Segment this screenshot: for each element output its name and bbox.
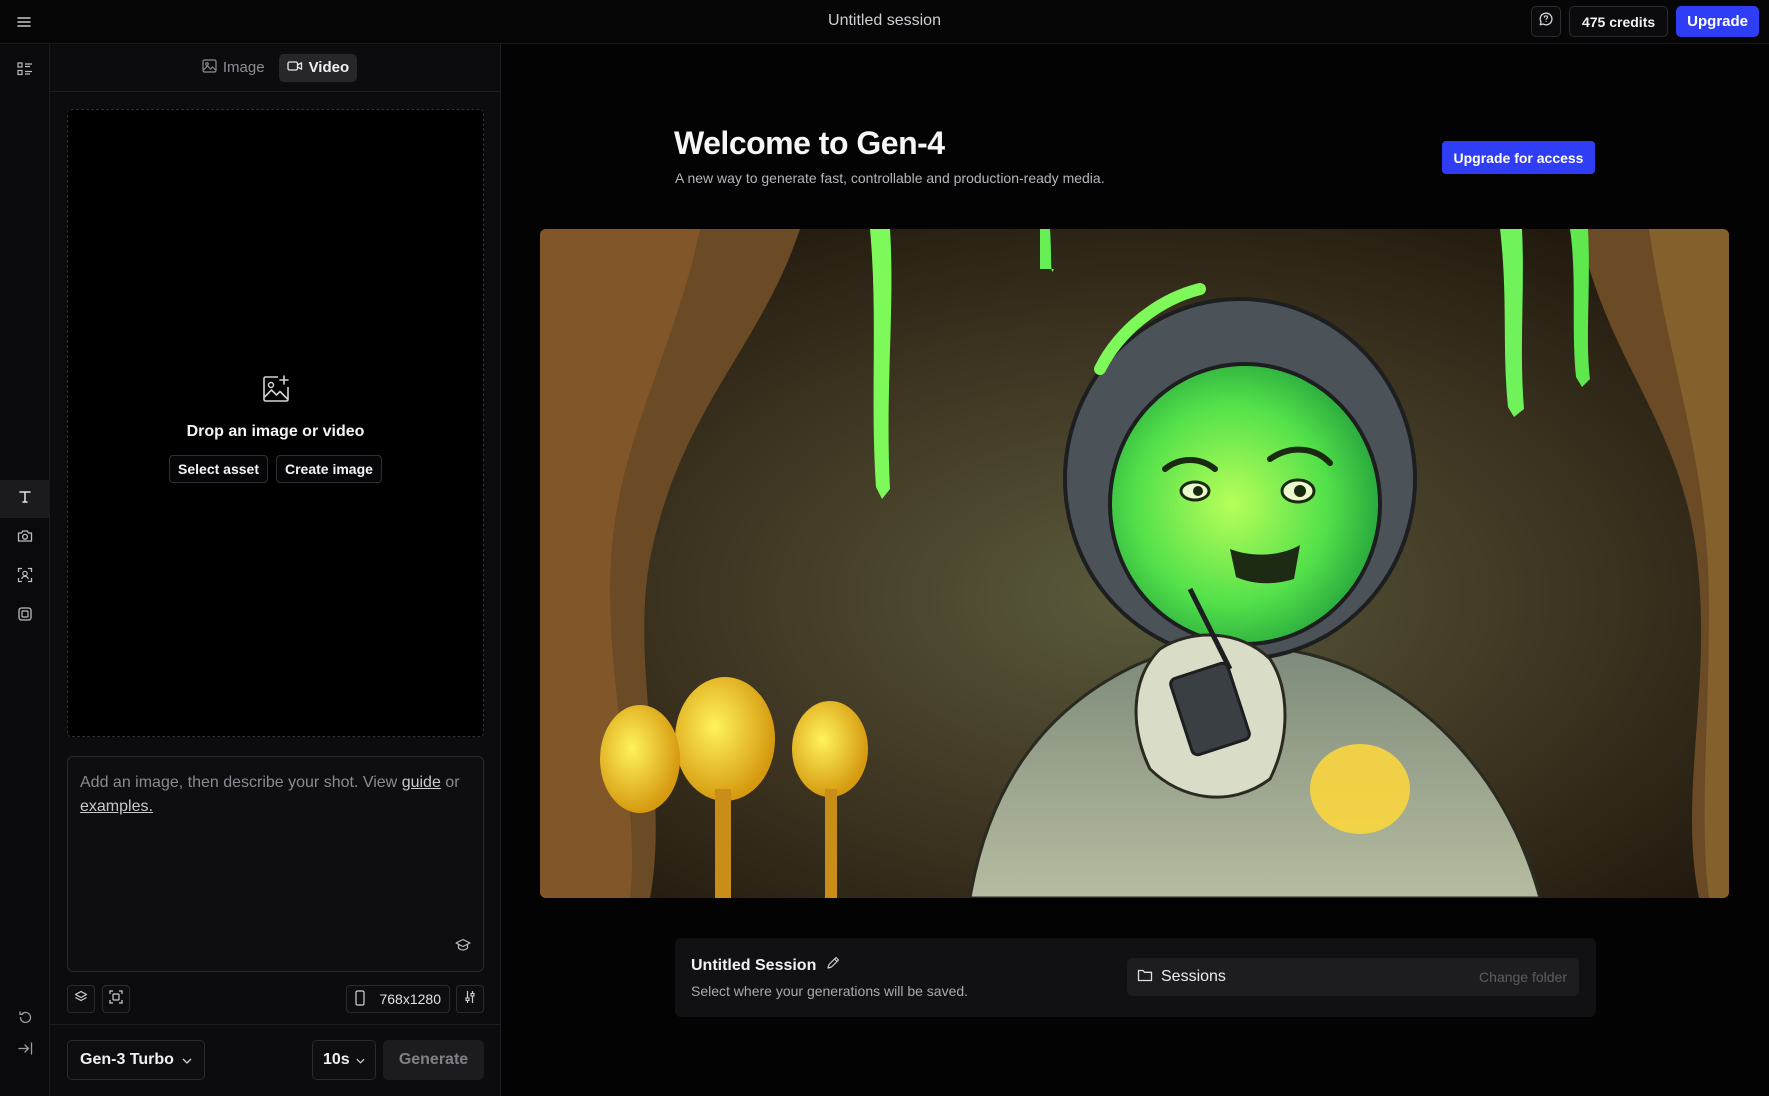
layers-icon <box>74 990 88 1009</box>
rail-frames-tool[interactable] <box>0 597 50 635</box>
session-title: Untitled session <box>828 12 941 29</box>
left-rail <box>0 44 50 1096</box>
media-dropzone[interactable]: Drop an image or video Select asset Crea… <box>67 109 484 737</box>
prompt-input[interactable]: Add an image, then describe your shot. V… <box>67 756 484 972</box>
model-label: Gen-3 Turbo <box>80 1051 174 1068</box>
create-image-button[interactable]: Create image <box>276 455 382 483</box>
prompt-placeholder-text: Add an image, then describe your shot. V… <box>80 774 398 791</box>
rail-camera-tool[interactable] <box>0 519 50 557</box>
hero-video-preview <box>540 229 1729 898</box>
generation-panel: Image Video Drop an image or video Selec… <box>50 44 501 1096</box>
pencil-edit-icon[interactable] <box>826 956 840 975</box>
tab-image[interactable]: Image <box>194 54 273 82</box>
mode-tabs: Image Video <box>50 44 501 92</box>
guide-link[interactable]: guide <box>402 774 441 791</box>
prompt-or-text: or <box>445 774 460 791</box>
prompt-guide-icon[interactable] <box>455 938 471 957</box>
chevron-down-icon <box>356 1051 365 1069</box>
resolution-label: 768x1280 <box>379 991 441 1007</box>
welcome-subtitle: A new way to generate fast, controllable… <box>675 170 1105 186</box>
dropzone-content: Drop an image or video Select asset Crea… <box>68 374 483 483</box>
layers-button[interactable] <box>67 985 95 1013</box>
rail-text-tool[interactable] <box>0 480 50 518</box>
hamburger-menu-icon[interactable] <box>12 11 36 33</box>
folder-selector[interactable]: Sessions Change folder <box>1127 958 1579 996</box>
change-folder-link[interactable]: Change folder <box>1479 969 1567 985</box>
top-bar: Untitled session 475 credits Upgrade <box>0 0 1769 44</box>
dropzone-buttons: Select asset Create image <box>169 455 382 483</box>
history-icon <box>18 1010 33 1030</box>
folder-icon <box>1137 968 1153 987</box>
reference-button[interactable] <box>102 985 130 1013</box>
upgrade-for-access-button[interactable]: Upgrade for access <box>1442 141 1595 174</box>
examples-link[interactable]: examples. <box>80 798 153 815</box>
folder-name-label: Sessions <box>1161 968 1226 985</box>
add-image-icon <box>261 374 291 409</box>
camera-icon <box>17 529 33 548</box>
collapse-arrow-icon <box>17 1042 33 1060</box>
settings-button[interactable] <box>456 985 484 1013</box>
portrait-phone-icon <box>355 989 366 1009</box>
rail-collapse-tool[interactable] <box>0 1032 50 1070</box>
main-content: Welcome to Gen-4 A new way to generate f… <box>501 44 1769 1096</box>
aspect-ratio-button[interactable]: 768x1280 <box>346 985 450 1013</box>
rail-face-tool[interactable] <box>0 558 50 596</box>
tab-video-label: Video <box>308 59 350 76</box>
select-asset-button[interactable]: Select asset <box>169 455 268 483</box>
face-scan-icon <box>17 567 33 588</box>
video-camera-icon <box>286 59 303 76</box>
welcome-title: Welcome to Gen-4 <box>674 125 945 161</box>
tab-video[interactable]: Video <box>278 53 358 82</box>
chat-bubble-icon <box>1538 11 1554 32</box>
chevron-down-icon <box>182 1051 192 1069</box>
focus-scan-icon <box>109 989 123 1009</box>
image-icon <box>202 58 217 77</box>
prompt-toolbar: 768x1280 <box>67 985 484 1015</box>
duration-label: 10s <box>323 1051 350 1068</box>
duration-select[interactable]: 10s <box>312 1040 376 1080</box>
text-icon <box>17 489 33 510</box>
session-name: Untitled Session <box>691 956 840 975</box>
upgrade-button[interactable]: Upgrade <box>1676 6 1759 37</box>
feedback-button[interactable] <box>1530 6 1561 37</box>
session-card: Untitled Session Select where your gener… <box>675 938 1596 1017</box>
dropzone-title: Drop an image or video <box>186 423 365 440</box>
generate-button[interactable]: Generate <box>383 1040 484 1080</box>
folder-name: Sessions <box>1137 968 1226 987</box>
panel-divider <box>50 1024 501 1025</box>
session-description: Select where your generations will be sa… <box>691 983 969 999</box>
list-view-icon[interactable] <box>0 50 50 88</box>
sliders-icon <box>464 990 476 1009</box>
session-name-label: Untitled Session <box>691 956 817 974</box>
frames-icon <box>17 606 33 627</box>
credits-button[interactable]: 475 credits <box>1568 6 1669 37</box>
prompt-placeholder: Add an image, then describe your shot. V… <box>80 771 470 819</box>
model-select[interactable]: Gen-3 Turbo <box>67 1040 205 1080</box>
top-right-actions: 475 credits Upgrade <box>1530 6 1759 37</box>
tab-image-label: Image <box>222 59 265 76</box>
